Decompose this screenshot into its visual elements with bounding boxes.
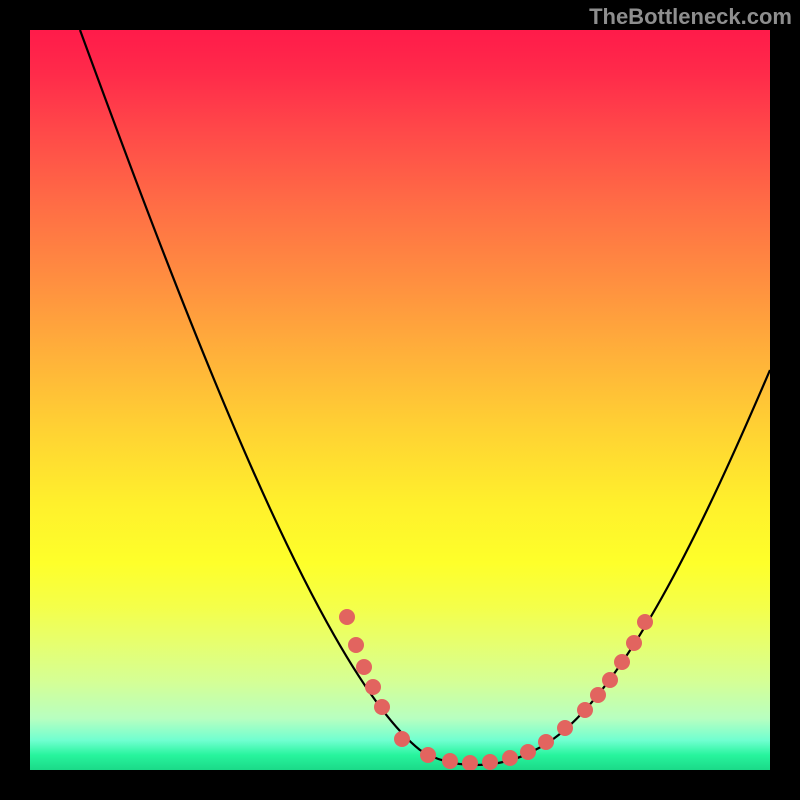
data-point: [577, 702, 593, 718]
data-point: [538, 734, 554, 750]
bottleneck-curve-svg: [30, 30, 770, 770]
data-point: [557, 720, 573, 736]
data-point: [394, 731, 410, 747]
data-point: [348, 637, 364, 653]
data-point: [602, 672, 618, 688]
bottleneck-curve: [80, 30, 770, 765]
data-point: [365, 679, 381, 695]
data-point: [442, 753, 458, 769]
data-point: [374, 699, 390, 715]
data-point: [626, 635, 642, 651]
data-point: [520, 744, 536, 760]
data-point: [462, 755, 478, 770]
data-point: [502, 750, 518, 766]
data-point: [590, 687, 606, 703]
data-point: [339, 609, 355, 625]
chart-container: TheBottleneck.com: [0, 0, 800, 800]
data-point: [356, 659, 372, 675]
data-point: [482, 754, 498, 770]
data-point: [420, 747, 436, 763]
watermark-text: TheBottleneck.com: [589, 4, 792, 30]
data-point: [614, 654, 630, 670]
plot-area: [30, 30, 770, 770]
data-point: [637, 614, 653, 630]
